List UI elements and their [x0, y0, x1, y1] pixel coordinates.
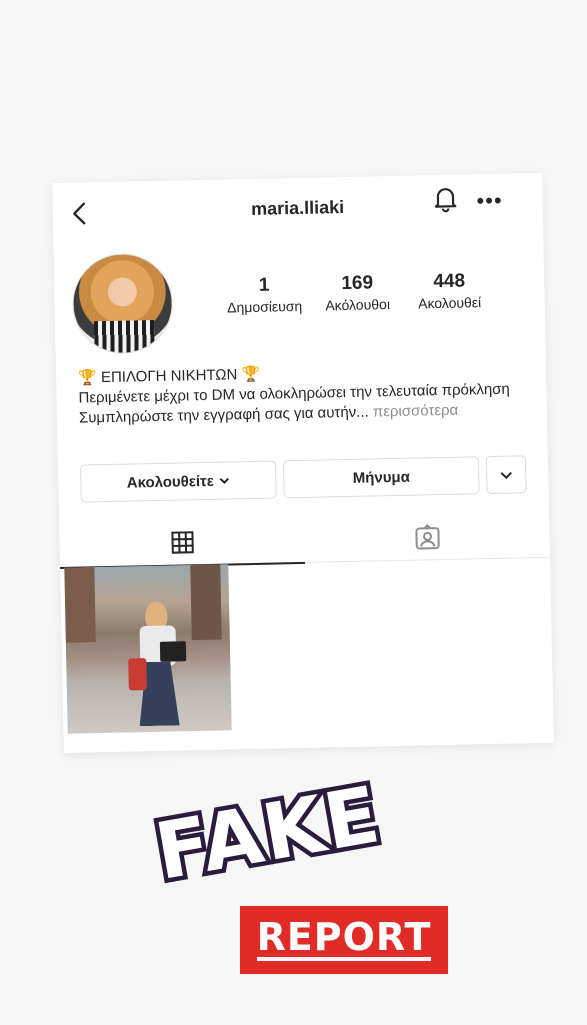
tagged-person-icon	[414, 524, 440, 550]
stat-followers[interactable]: 169 Ακόλουθοι	[312, 272, 403, 314]
grid-icon	[170, 531, 194, 554]
chevron-down-icon	[219, 477, 229, 485]
profile-bio: 🏆 ΕΠΙΛΟΓΗ ΝΙΚΗΤΩΝ 🏆 Περιμένετε μέχρι το …	[78, 359, 539, 429]
suggested-dropdown-button[interactable]	[485, 455, 527, 495]
stat-posts[interactable]: 1 Δημοσίευση	[219, 274, 310, 316]
avatar-shirt-pattern	[93, 320, 155, 354]
stat-following[interactable]: 448 Ακολουθεί	[404, 270, 495, 312]
post-person-bag	[128, 658, 147, 691]
stat-following-label: Ακολουθεί	[417, 294, 482, 312]
profile-tabs	[59, 512, 551, 570]
fake-sticker: FAKE	[145, 772, 393, 892]
message-button[interactable]: Μήνυμα	[282, 456, 480, 499]
profile-username: maria.lliaki	[250, 197, 345, 219]
fake-sticker-text: FAKE	[149, 772, 388, 892]
stat-posts-label: Δημοσίευση	[226, 297, 303, 316]
following-button[interactable]: Ακολουθείτε	[79, 460, 277, 503]
post-building-left	[64, 567, 96, 643]
report-sticker: REPORT	[240, 906, 448, 974]
stat-posts-count: 1	[258, 274, 270, 296]
post-building-right	[190, 564, 222, 641]
bio-line-3-text: Συμπληρώστε την εγγραφή σας για αυτήν...	[78, 403, 369, 427]
stat-following-count: 448	[433, 270, 466, 293]
tab-tagged[interactable]	[304, 513, 550, 562]
chevron-down-icon	[500, 471, 512, 480]
top-bar: maria.lliaki •••	[52, 173, 543, 243]
following-button-label: Ακολουθείτε	[126, 472, 215, 492]
stat-followers-label: Ακόλουθοι	[325, 296, 391, 314]
tab-posts-grid[interactable]	[59, 517, 306, 570]
post-person-sign	[159, 641, 187, 662]
more-options-icon[interactable]: •••	[476, 188, 503, 214]
stat-followers-count: 169	[341, 272, 374, 295]
report-sticker-text: REPORT	[256, 915, 432, 961]
avatar[interactable]	[71, 252, 174, 355]
bio-more-link[interactable]: περισσότερα	[373, 402, 459, 421]
message-button-label: Μήνυμα	[352, 468, 411, 487]
post-thumbnail[interactable]	[64, 564, 232, 734]
post-person	[128, 601, 187, 726]
bell-icon[interactable]	[432, 185, 459, 214]
